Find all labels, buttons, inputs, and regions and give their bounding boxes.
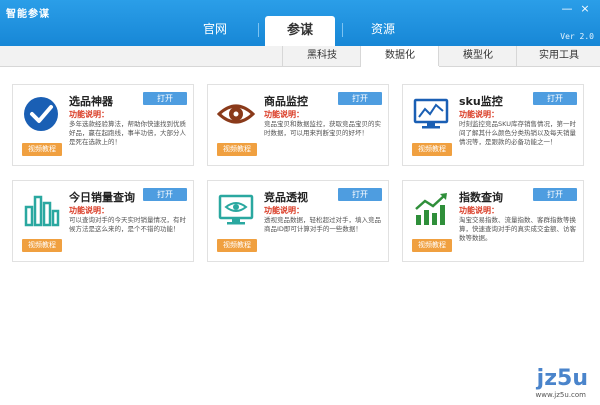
tool-card-product-monitor: 视频教程 商品监控 打开 功能说明： 竞品宝贝和数据监控，获取竞品宝贝的实时数据…: [207, 84, 389, 166]
growth-chart-icon: [415, 193, 447, 225]
version-label: Ver 2.0: [560, 32, 594, 41]
monitor-chart-icon: [413, 98, 449, 129]
open-button[interactable]: 打开: [533, 188, 577, 201]
watermark-logo: jz5u www.jz5u.com: [484, 365, 594, 401]
card-description: 时刻监控竞品SKU库存销售情况，第一时间了解其什么颜色分类热销以及每天销量情况等…: [459, 120, 576, 146]
tool-card-competitor-insight: 视频教程 竞品透视 打开 功能说明： 透视竞品数据，轻松超过对手，填入竞品商品I…: [207, 180, 389, 262]
function-label: 功能说明：: [69, 206, 109, 215]
tool-card-daily-sales: 视频教程 今日销量查询 打开 功能说明： 可以查询对手的今天实时销量情况，有时候…: [12, 180, 194, 262]
card-title: 竞品透视: [264, 191, 308, 204]
sub-tab-data[interactable]: 数据化: [360, 46, 439, 67]
card-title: 指数查询: [459, 191, 503, 204]
app-title: 智能参谋: [6, 9, 50, 20]
function-label: 功能说明：: [459, 110, 499, 119]
card-description: 竞品宝贝和数据监控，获取竞品宝贝的实时数据，可以用来判断宝贝的好坏！: [264, 120, 381, 137]
tool-card-product-picker: 视频教程 选品神器 打开 功能说明： 多年选款经验算法，帮助你快速找到优质好品，…: [12, 84, 194, 166]
video-tutorial-button[interactable]: 视频教程: [412, 143, 452, 156]
card-description: 透视竞品数据，轻松超过对手，填入竞品商品ID即可计算对手的一些数据！: [264, 216, 381, 233]
video-tutorial-button[interactable]: 视频教程: [22, 143, 62, 156]
sub-nav: 黑科技 数据化 模型化 实用工具: [0, 46, 600, 67]
tool-card-sku-monitor: 视频教程 sku监控 打开 功能说明： 时刻监控竞品SKU库存销售情况，第一时间…: [402, 84, 584, 166]
card-description: 可以查询对手的今天实时销量情况，有时候方法是这么来的，是个不错的功能！: [69, 216, 186, 233]
checkmark-circle-icon: [24, 97, 58, 131]
watermark-site: www.jz5u.com: [535, 391, 586, 399]
open-button[interactable]: 打开: [338, 188, 382, 201]
card-description: 多年选款经验算法，帮助你快速找到优质好品，赢在起跑线，事半功倍，大部分人是死在选…: [69, 120, 186, 146]
card-title: sku监控: [459, 95, 503, 108]
watermark-text: jz5u: [536, 366, 588, 391]
function-label: 功能说明：: [264, 206, 304, 215]
video-tutorial-button[interactable]: 视频教程: [22, 239, 62, 252]
video-tutorial-button[interactable]: 视频教程: [412, 239, 452, 252]
tool-card-index-query: 视频教程 指数查询 打开 功能说明： 淘宝交易指数、流量指数、客群指数等换算，快…: [402, 180, 584, 262]
bar-chart-icon: [24, 195, 60, 227]
open-button[interactable]: 打开: [143, 188, 187, 201]
function-label: 功能说明：: [459, 206, 499, 215]
open-button[interactable]: 打开: [533, 92, 577, 105]
main-nav: 官网 参谋 资源: [150, 14, 450, 46]
nav-tab-advisor[interactable]: 参谋: [265, 16, 335, 46]
card-title: 选品神器: [69, 95, 113, 108]
sub-tab-model[interactable]: 模型化: [438, 46, 517, 66]
nav-separator: [258, 23, 259, 37]
video-tutorial-button[interactable]: 视频教程: [217, 239, 257, 252]
function-label: 功能说明：: [69, 110, 109, 119]
video-tutorial-button[interactable]: 视频教程: [217, 143, 257, 156]
title-bar: 智能参谋 — × Ver 2.0 官网 参谋 资源: [0, 0, 600, 46]
monitor-eye-icon: [218, 194, 254, 225]
nav-tab-resources[interactable]: 资源: [348, 14, 418, 46]
open-button[interactable]: 打开: [143, 92, 187, 105]
open-button[interactable]: 打开: [338, 92, 382, 105]
close-button[interactable]: ×: [578, 2, 592, 15]
card-title: 今日销量查询: [69, 191, 135, 204]
nav-tab-website[interactable]: 官网: [180, 14, 250, 46]
minimize-button[interactable]: —: [560, 2, 574, 15]
card-description: 淘宝交易指数、流量指数、客群指数等换算，快速查询对手的真实成交金额、访客数等数据…: [459, 216, 576, 242]
card-title: 商品监控: [264, 95, 308, 108]
eye-icon: [217, 104, 255, 124]
sub-tab-black-tech[interactable]: 黑科技: [282, 46, 361, 66]
function-label: 功能说明：: [264, 110, 304, 119]
nav-separator: [342, 23, 343, 37]
sub-tab-tools[interactable]: 实用工具: [516, 46, 600, 66]
